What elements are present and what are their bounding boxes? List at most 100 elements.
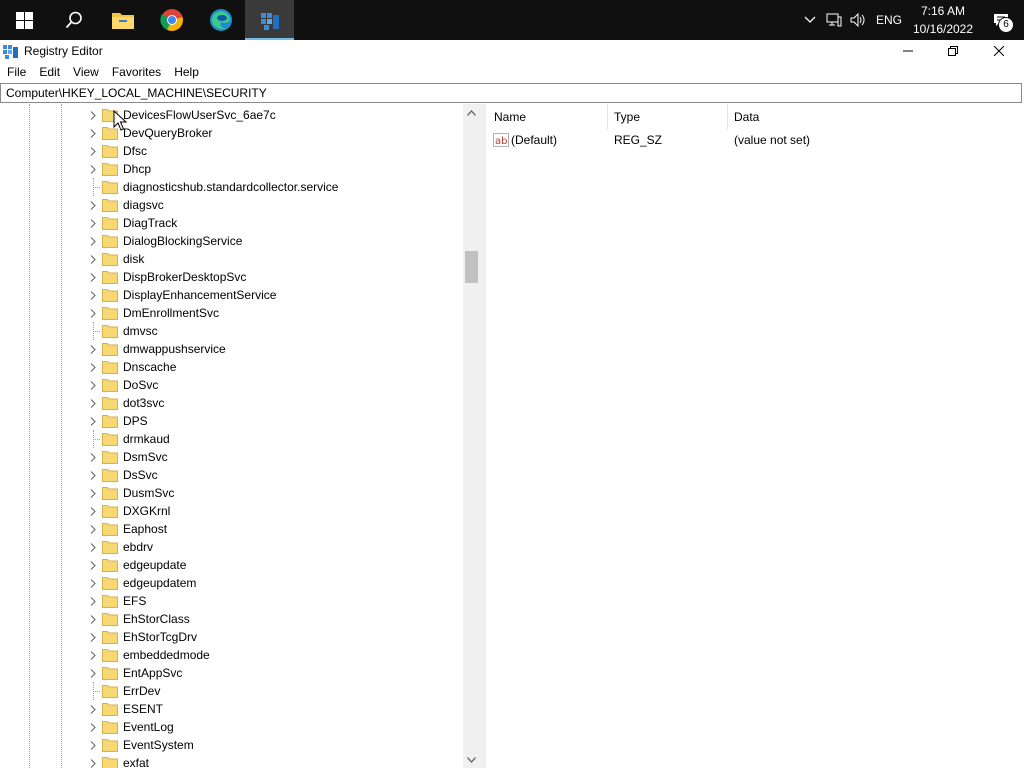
expand-chevron-icon[interactable] (86, 700, 100, 718)
column-header-name[interactable]: Name (486, 104, 608, 130)
restore-button[interactable] (930, 40, 976, 62)
tree-node[interactable]: DusmSvc (86, 484, 174, 502)
expand-chevron-icon[interactable] (86, 646, 100, 664)
expand-chevron-icon[interactable] (86, 484, 100, 502)
tree-node[interactable]: DiagTrack (86, 214, 177, 232)
expand-chevron-icon[interactable] (86, 736, 100, 754)
window-titlebar[interactable]: Registry Editor (0, 40, 1024, 62)
expand-chevron-icon[interactable] (86, 124, 100, 142)
expand-chevron-icon[interactable] (86, 160, 100, 178)
tree-node[interactable]: Dnscache (86, 358, 176, 376)
tree-node[interactable]: ESENT (86, 700, 163, 718)
expand-chevron-icon[interactable] (86, 304, 100, 322)
expand-chevron-icon[interactable] (86, 250, 100, 268)
search-button[interactable] (49, 0, 98, 40)
tree-node[interactable]: DmEnrollmentSvc (86, 304, 219, 322)
column-header-type[interactable]: Type (608, 104, 728, 130)
tree-node[interactable]: dot3svc (86, 394, 164, 412)
expand-chevron-icon[interactable] (86, 376, 100, 394)
menu-help[interactable]: Help (167, 65, 205, 79)
tree-node[interactable]: DsmSvc (86, 448, 168, 466)
expand-chevron-icon[interactable] (86, 610, 100, 628)
tree-node[interactable]: disk (86, 250, 144, 268)
tree-node[interactable]: DialogBlockingService (86, 232, 242, 250)
tree-node[interactable]: EntAppSvc (86, 664, 182, 682)
menu-view[interactable]: View (66, 65, 105, 79)
registry-editor-taskbar-button[interactable] (245, 0, 294, 40)
address-bar[interactable]: Computer\HKEY_LOCAL_MACHINE\SECURITY (0, 83, 1022, 103)
tree-node[interactable]: EventSystem (86, 736, 194, 754)
tree-node[interactable]: DoSvc (86, 376, 158, 394)
chrome-button[interactable] (147, 0, 196, 40)
expand-chevron-icon[interactable] (86, 394, 100, 412)
menu-edit[interactable]: Edit (32, 65, 66, 79)
column-header-data[interactable]: Data (728, 104, 1018, 130)
expand-chevron-icon[interactable] (86, 718, 100, 736)
file-explorer-button[interactable] (98, 0, 147, 40)
expand-chevron-icon[interactable] (86, 754, 100, 768)
tree-node[interactable]: DevQueryBroker (86, 124, 212, 142)
values-list-pane[interactable]: Name Type Data ab (Default) REG_SZ (valu… (486, 104, 1024, 768)
expand-chevron-icon[interactable] (86, 538, 100, 556)
expand-chevron-icon[interactable] (86, 286, 100, 304)
tree-node[interactable]: DispBrokerDesktopSvc (86, 268, 246, 286)
action-center-button[interactable]: 6 (978, 0, 1024, 40)
minimize-button[interactable] (885, 40, 931, 62)
tree-node[interactable]: EventLog (86, 718, 174, 736)
network-button[interactable] (822, 0, 846, 40)
tree-node[interactable]: EFS (86, 592, 146, 610)
expand-chevron-icon[interactable] (86, 340, 100, 358)
expand-chevron-icon[interactable] (86, 520, 100, 538)
expand-chevron-icon[interactable] (86, 556, 100, 574)
menu-file[interactable]: File (0, 65, 32, 79)
tree-node[interactable]: DsSvc (86, 466, 158, 484)
expand-chevron-icon[interactable] (86, 412, 100, 430)
tree-node[interactable]: dmvsc (86, 322, 158, 340)
expand-chevron-icon[interactable] (86, 196, 100, 214)
tree-node[interactable]: diagsvc (86, 196, 164, 214)
tree-node[interactable]: Eaphost (86, 520, 167, 538)
expand-chevron-icon[interactable] (86, 232, 100, 250)
tree-node[interactable]: Dfsc (86, 142, 147, 160)
tree-vertical-scrollbar[interactable] (463, 104, 480, 768)
tree-node[interactable]: ebdrv (86, 538, 153, 556)
tree-node[interactable]: ErrDev (86, 682, 160, 700)
close-button[interactable] (976, 40, 1022, 62)
input-language[interactable]: ENG (870, 13, 908, 27)
key-tree-pane[interactable]: DevicesFlowUserSvc_6ae7c DevQueryBroker Df… (0, 104, 481, 768)
tree-node[interactable]: diagnosticshub.standardcollector.service (86, 178, 338, 196)
volume-button[interactable] (846, 0, 870, 40)
expand-chevron-icon[interactable] (86, 268, 100, 286)
start-button[interactable] (0, 0, 49, 40)
tree-node[interactable]: EhStorClass (86, 610, 190, 628)
value-row[interactable]: ab (Default) REG_SZ (value not set) (486, 130, 1024, 150)
expand-chevron-icon[interactable] (86, 592, 100, 610)
tree-node[interactable]: embeddedmode (86, 646, 210, 664)
show-hidden-icons-button[interactable] (798, 0, 822, 40)
expand-chevron-icon[interactable] (86, 664, 100, 682)
edge-button[interactable] (196, 0, 245, 40)
tree-node[interactable]: edgeupdate (86, 556, 186, 574)
tree-node[interactable]: drmkaud (86, 430, 170, 448)
tree-node[interactable]: edgeupdatem (86, 574, 196, 592)
scroll-up-button[interactable] (463, 104, 480, 121)
expand-chevron-icon[interactable] (86, 214, 100, 232)
tree-node[interactable]: DXGKrnl (86, 502, 170, 520)
tree-node[interactable]: exfat (86, 754, 149, 768)
expand-chevron-icon[interactable] (86, 358, 100, 376)
expand-chevron-icon[interactable] (86, 628, 100, 646)
tree-node[interactable]: DPS (86, 412, 148, 430)
menu-favorites[interactable]: Favorites (105, 65, 167, 79)
scroll-thumb[interactable] (465, 251, 478, 283)
tree-node[interactable]: Dhcp (86, 160, 151, 178)
scroll-down-button[interactable] (463, 751, 480, 768)
tree-node[interactable]: EhStorTcgDrv (86, 628, 197, 646)
expand-chevron-icon[interactable] (86, 106, 100, 124)
expand-chevron-icon[interactable] (86, 502, 100, 520)
expand-chevron-icon[interactable] (86, 466, 100, 484)
clock[interactable]: 7:16 AM 10/16/2022 (908, 2, 978, 38)
tree-node[interactable]: dmwappushservice (86, 340, 226, 358)
tree-node[interactable]: DisplayEnhancementService (86, 286, 276, 304)
expand-chevron-icon[interactable] (86, 574, 100, 592)
expand-chevron-icon[interactable] (86, 448, 100, 466)
